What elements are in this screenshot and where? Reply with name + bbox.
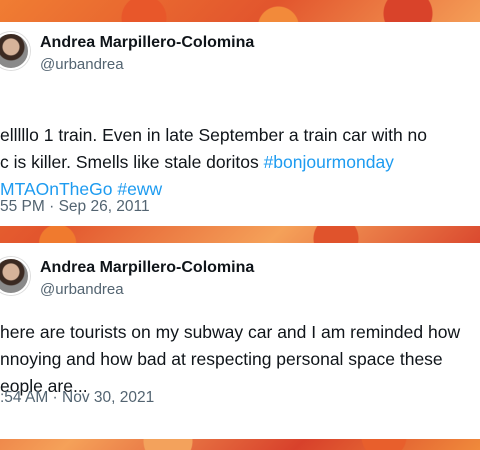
author-name[interactable]: Andrea Marpillero-Colomina: [40, 259, 254, 277]
tweet-text: here are tourists on my subway car and I…: [0, 319, 480, 400]
hashtag-link[interactable]: #eww: [117, 179, 162, 199]
avatar[interactable]: [0, 32, 30, 70]
tweet-text-line: nnoying and how bad at respecting person…: [0, 349, 443, 369]
tweet-text: elllllo 1 train. Even in late September …: [0, 122, 480, 203]
hashtag-link[interactable]: #bonjourmonday: [264, 152, 394, 172]
tweet-card[interactable]: Andrea Marpillero-Colomina @urbandrea el…: [0, 22, 480, 226]
author-handle[interactable]: @urbandrea: [40, 56, 124, 73]
author-handle[interactable]: @urbandrea: [40, 281, 124, 298]
tweet-text-line: elllllo 1 train. Even in late September …: [0, 125, 428, 145]
tweet-text-line: c is killer. Smells like stale doritos #…: [0, 149, 480, 176]
avatar[interactable]: [0, 257, 30, 295]
tweet-card[interactable]: Andrea Marpillero-Colomina @urbandrea he…: [0, 243, 480, 439]
tweet-text-line: here are tourists on my subway car and I…: [0, 322, 461, 342]
tweet-text-segment: c is killer. Smells like stale doritos: [0, 152, 264, 172]
author-name[interactable]: Andrea Marpillero-Colomina: [40, 34, 254, 52]
timestamp-link[interactable]: 55 PM · Sep 26, 2011: [0, 198, 150, 216]
timestamp-link[interactable]: :54 AM · Nov 30, 2021: [0, 389, 154, 407]
hashtag-link[interactable]: MTAOnTheGo: [0, 179, 113, 199]
